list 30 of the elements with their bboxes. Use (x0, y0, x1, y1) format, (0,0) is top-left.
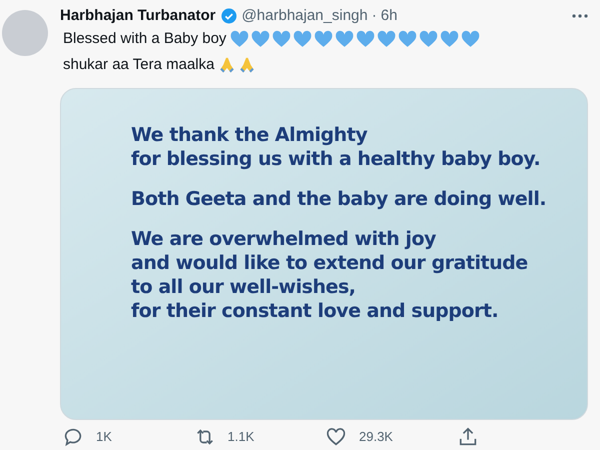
author-name[interactable]: Harbhajan Turbanator (60, 6, 216, 26)
like-icon[interactable] (325, 426, 347, 448)
author-handle[interactable]: @harbhajan_singh (242, 6, 368, 26)
heart-icon (230, 30, 250, 48)
image-message-text: Both Geeta and the baby are doing well. (131, 187, 548, 211)
image-card[interactable] (60, 88, 588, 420)
heart-icon (398, 30, 418, 48)
image-message-text: We are overwhelmed with joy and would like to extend our gratitude to all our well-wishes, for their constant love and support. (131, 227, 529, 323)
heart-icon (461, 30, 480, 48)
heart-icon (293, 30, 312, 48)
separator: · (372, 6, 377, 26)
heart-icon (314, 30, 334, 48)
heart-icon (251, 30, 270, 48)
action-count: 1.1K (228, 428, 254, 446)
image-message-text: We thank the Almighty for blessing us with a healthy baby boy. (131, 123, 542, 171)
heart-icon (419, 30, 438, 48)
heart-icon (335, 30, 354, 48)
folded-hands-icon (218, 56, 236, 74)
tweet-text: shukar aa Tera maalka (63, 56, 214, 73)
reply-icon[interactable] (62, 426, 84, 448)
tweet-text: Blessed with a Baby boy (63, 30, 226, 47)
action-count: 29.3K (359, 428, 393, 446)
heart-icon (356, 30, 376, 48)
heart-icon (377, 30, 396, 48)
more-options-icon[interactable] (572, 13, 588, 19)
action-count: 1K (96, 428, 112, 446)
timestamp[interactable]: 6h (380, 6, 398, 26)
heart-icon (272, 30, 292, 48)
folded-hands-icon (238, 56, 256, 74)
heart-icon (440, 30, 460, 48)
